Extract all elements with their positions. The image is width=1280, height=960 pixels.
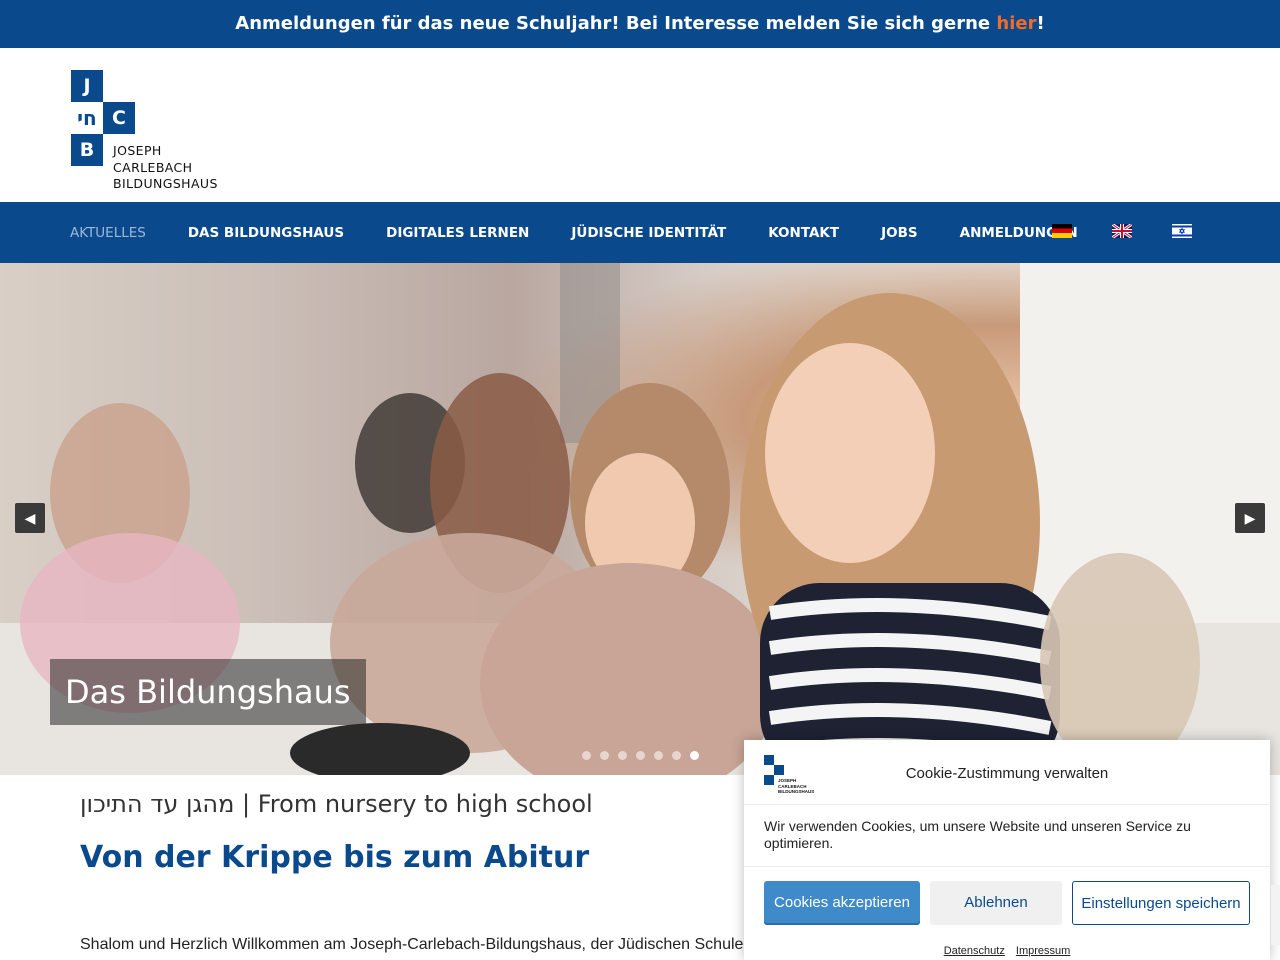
slider-dot[interactable]: [582, 751, 591, 760]
announcement-bar: Anmeldungen für das neue Schuljahr! Bei …: [0, 0, 1280, 48]
slider-prev-button[interactable]: ◀: [15, 503, 45, 533]
slide-caption: Das Bildungshaus: [50, 659, 366, 725]
announcement-suffix: !: [1036, 13, 1045, 34]
recaptcha-badge[interactable]: [1270, 885, 1280, 945]
uk-flag-icon[interactable]: [1112, 224, 1132, 238]
hero-slider: ◀ ▶ Das Bildungshaus: [0, 263, 1280, 775]
logo-square-c: C: [103, 102, 135, 134]
slider-dot[interactable]: [654, 751, 663, 760]
israel-flag-icon[interactable]: [1172, 224, 1192, 238]
main-content: מהגן עד התיכון | From nursery to high sc…: [80, 790, 780, 953]
nav-item-kontakt[interactable]: KONTAKT: [768, 225, 839, 241]
german-flag-icon[interactable]: [1052, 224, 1072, 238]
cookie-links: Datenschutz Impressum: [744, 945, 1270, 957]
nav-item-jobs[interactable]: JOBS: [881, 225, 918, 241]
logo-square-j: J: [71, 70, 103, 102]
main-navigation: AKTUELLES DAS BILDUNGSHAUS DIGITALES LER…: [0, 202, 1280, 263]
imprint-link[interactable]: Impressum: [1016, 945, 1070, 957]
slider-next-button[interactable]: ▶: [1235, 503, 1265, 533]
cookie-consent-dialog: JOSEPH CARLEBACH BILDUNGSHAUS Cookie-Zus…: [744, 740, 1270, 960]
logo-line: JOSEPH: [113, 143, 162, 158]
site-logo[interactable]: J חי C B JOSEPH CARLEBACH BILDUNGSHAUS: [70, 69, 230, 194]
nav-item-juedische-identitaet[interactable]: JÜDISCHE IDENTITÄT: [571, 225, 726, 241]
nav-menu: AKTUELLES DAS BILDUNGSHAUS DIGITALES LER…: [70, 202, 1120, 263]
announcement-text: Anmeldungen für das neue Schuljahr! Bei …: [235, 13, 997, 34]
logo-line: CARLEBACH: [113, 159, 193, 175]
slider-dot[interactable]: [636, 751, 645, 760]
page-title: Von der Krippe bis zum Abitur: [80, 840, 590, 875]
logo-line: BILDUNGSHAUS: [113, 176, 218, 191]
accept-cookies-button[interactable]: Cookies akzeptieren: [764, 881, 920, 925]
slider-dot[interactable]: [690, 751, 699, 760]
slider-dot[interactable]: [618, 751, 627, 760]
divider: [744, 866, 1270, 867]
save-settings-button[interactable]: Einstellungen speichern: [1072, 881, 1250, 925]
cookie-message: Wir verwenden Cookies, um unsere Website…: [764, 818, 1191, 851]
divider: [744, 804, 1270, 805]
privacy-link[interactable]: Datenschutz: [944, 945, 1005, 957]
site-header: J חי C B JOSEPH CARLEBACH BILDUNGSHAUS: [0, 48, 1280, 202]
slider-dot[interactable]: [600, 751, 609, 760]
logo-square-b: B: [71, 134, 103, 166]
nav-item-das-bildungshaus[interactable]: DAS BILDUNGSHAUS: [188, 225, 344, 241]
cookie-title: Cookie-Zustimmung verwalten: [905, 765, 1109, 782]
logo-wordmark: JOSEPH CARLEBACH BILDUNGSHAUS: [113, 143, 218, 193]
logo-square-hebrew: חי: [71, 102, 103, 134]
nav-item-aktuelles[interactable]: AKTUELLES: [70, 225, 146, 241]
sub-heading: מהגן עד התיכון | From nursery to high sc…: [80, 790, 593, 818]
reject-cookies-button[interactable]: Ablehnen: [930, 881, 1062, 925]
slider-dot[interactable]: [672, 751, 681, 760]
announcement-link[interactable]: hier: [996, 13, 1036, 34]
nav-item-digitales-lernen[interactable]: DIGITALES LERNEN: [386, 225, 529, 241]
intro-text: Shalom und Herzlich Willkommen am Joseph…: [80, 936, 752, 953]
language-switcher: [1052, 224, 1232, 238]
slider-pagination: [582, 751, 708, 760]
